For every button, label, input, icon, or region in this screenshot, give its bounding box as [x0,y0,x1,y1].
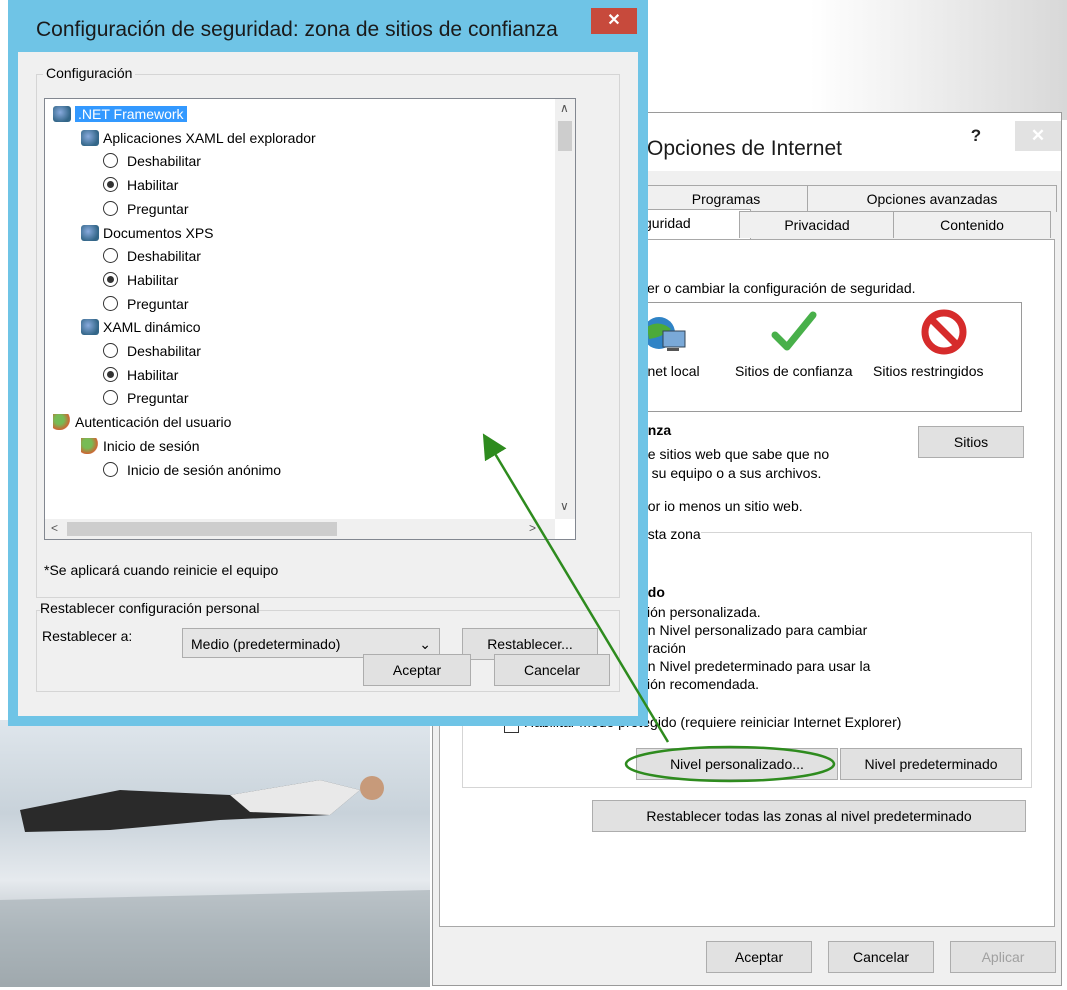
annotation-overlay [482,433,836,783]
annotation-ellipse [624,745,836,783]
annotation-arrow [482,433,670,743]
